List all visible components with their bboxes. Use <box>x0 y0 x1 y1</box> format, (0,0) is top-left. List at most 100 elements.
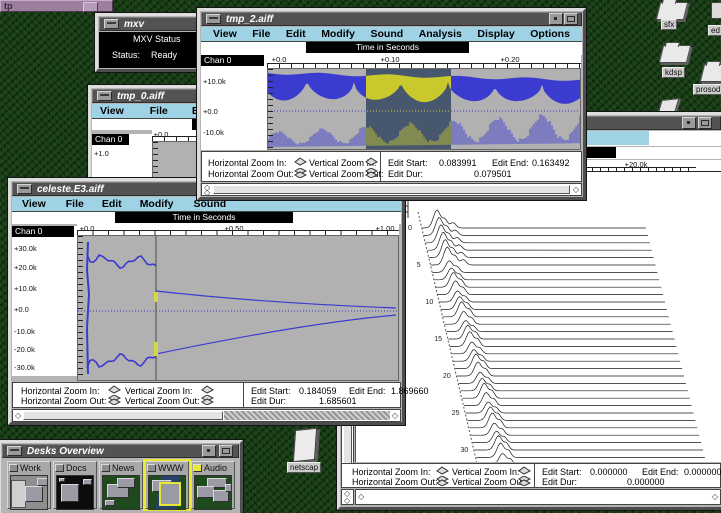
folder-icon[interactable] <box>656 2 688 20</box>
menu-view[interactable]: View <box>22 198 46 210</box>
tmp2-waveform <box>268 69 580 149</box>
folder-icon[interactable] <box>659 45 691 63</box>
netscape-icon[interactable] <box>293 428 317 463</box>
menu-display[interactable]: Display <box>477 28 514 40</box>
icon-label-prosod[interactable]: prosod <box>693 84 721 95</box>
icon-label-kdsp[interactable]: kdsp <box>662 67 685 78</box>
zoom-out-icon[interactable] <box>108 395 121 405</box>
menu-view[interactable]: View <box>100 105 124 117</box>
window-desks-overview[interactable]: Desks Overview Work Docs News <box>0 440 243 513</box>
menu-edit[interactable]: Edit <box>286 28 306 40</box>
window-menu-icon[interactable] <box>104 19 119 29</box>
zoom-out-icon[interactable] <box>201 395 214 405</box>
desk-button[interactable] <box>55 464 64 472</box>
menu-modify[interactable]: Modify <box>140 198 174 210</box>
scroll-right-icon[interactable]: ◇ <box>712 493 718 501</box>
zoom-out-icon[interactable] <box>294 168 307 178</box>
desk-cell-www[interactable]: WWW <box>145 461 189 509</box>
desk-thumbnail[interactable] <box>10 475 48 510</box>
zoom-in-icon[interactable] <box>201 385 214 394</box>
menu-file[interactable]: File <box>252 28 270 40</box>
window-fragment[interactable]: tp <box>0 0 113 12</box>
desk-cell-news[interactable]: News <box>99 461 143 509</box>
maximize-button[interactable] <box>698 117 712 129</box>
celeste-waveform-area[interactable] <box>77 235 399 381</box>
menu-options[interactable]: Options <box>530 28 570 40</box>
scroll-right-icon[interactable]: ◇ <box>573 186 579 194</box>
desk-label: News <box>112 463 135 473</box>
zoom-in-icon[interactable] <box>108 385 121 394</box>
menu-analysis[interactable]: Analysis <box>419 28 462 40</box>
desks-title: Desks Overview <box>27 446 104 457</box>
spectrum-edit-row: Horizontal Zoom In: Vertical Zoom In: Ho… <box>341 463 721 488</box>
scrollbar-corner-widget[interactable]: ◇ ◇ <box>341 489 354 505</box>
menu-sound[interactable]: Sound <box>371 28 404 40</box>
scroll-corner-icon[interactable]: ◇ <box>204 189 210 197</box>
menu-modify[interactable]: Modify <box>321 28 355 40</box>
edit-dur-value: 1.685601 <box>319 396 357 406</box>
scroll-left-icon[interactable]: ◇ <box>15 412 21 420</box>
icon-label-ed[interactable]: ed <box>708 25 721 36</box>
window-menu-icon[interactable] <box>7 446 22 456</box>
iconify-button[interactable] <box>549 13 563 25</box>
desk-button[interactable] <box>147 464 156 472</box>
zoom-out-icon[interactable] <box>518 476 531 486</box>
desk-thumbnail[interactable] <box>56 475 94 510</box>
icon-label-netscape[interactable]: netscap <box>287 462 321 473</box>
zoom-out-icon[interactable] <box>436 476 449 486</box>
edge-icon-fragment[interactable] <box>711 2 721 19</box>
scroll-right-icon[interactable]: ◇ <box>392 412 398 420</box>
zoom-out-icon[interactable] <box>365 168 378 178</box>
desk-thumbnail[interactable] <box>102 475 140 510</box>
menu-file[interactable]: File <box>66 198 84 210</box>
window-menu-icon[interactable] <box>17 184 32 194</box>
scrollbar-thumb[interactable] <box>213 185 570 194</box>
svg-text:0: 0 <box>408 225 412 232</box>
zoom-in-icon[interactable] <box>518 466 531 475</box>
iconify-button[interactable] <box>202 445 216 457</box>
horizontal-scrollbar[interactable]: ◇ ◇ ◇ <box>201 183 582 196</box>
horizontal-scrollbar[interactable]: ◇ ◇ <box>355 489 721 505</box>
tmp2-titlebar[interactable]: tmp_2.aiff <box>201 12 582 26</box>
spectrum-plot-area[interactable]: 051015202530 <box>355 172 721 462</box>
hzoom-in-label: Horizontal Zoom In: <box>208 158 287 168</box>
y-axis-label: -10.0k <box>14 327 35 336</box>
icon-label-sfx[interactable]: sfx <box>661 19 677 30</box>
desk-button[interactable] <box>101 464 110 472</box>
folder-icon[interactable] <box>700 64 721 82</box>
svg-text:30: 30 <box>461 447 469 454</box>
zoom-in-icon[interactable] <box>365 157 378 166</box>
zoom-in-icon[interactable] <box>294 157 307 166</box>
desk-cell-work[interactable]: Work <box>7 461 51 509</box>
desk-thumbnail[interactable] <box>148 475 186 510</box>
scrollbar-track[interactable] <box>224 411 390 420</box>
scroll-left-icon[interactable]: ◇ <box>358 493 364 501</box>
desk-button-active[interactable] <box>193 464 202 472</box>
window-celeste-aiff[interactable]: celeste.E3.aiff View File Edit Modify So… <box>8 178 405 425</box>
tmp2-waveform-area[interactable] <box>267 68 581 150</box>
menu-file[interactable]: File <box>150 105 168 117</box>
window-menu-icon[interactable] <box>97 91 112 101</box>
waterfall-plot: 051015202530 <box>356 172 721 462</box>
desk-thumbnail[interactable] <box>194 475 232 510</box>
hzoom-in-label: Horizontal Zoom In: <box>21 386 100 396</box>
maximize-button[interactable] <box>219 445 233 457</box>
window-menu-icon[interactable] <box>206 14 221 24</box>
amplitude-ticks <box>268 69 273 149</box>
desk-cell-audio[interactable]: Audio <box>191 461 235 509</box>
desk-cell-docs[interactable]: Docs <box>53 461 97 509</box>
vzoom-out-label: Vertical Zoom Out: <box>452 477 527 487</box>
zoom-in-icon[interactable] <box>436 466 449 475</box>
menu-edit[interactable]: Edit <box>102 198 122 210</box>
menu-view[interactable]: View <box>213 28 237 40</box>
maximize-button[interactable] <box>564 13 578 25</box>
horizontal-scrollbar[interactable]: ◇ ◇ <box>12 409 401 422</box>
desk-button[interactable] <box>9 464 18 472</box>
vzoom-in-label: Vertical Zoom In: <box>125 386 193 396</box>
fragment-button[interactable] <box>83 2 98 12</box>
window-tmp2-aiff[interactable]: tmp_2.aiff View File Edit Modify Sound A… <box>197 8 586 200</box>
iconify-button[interactable] <box>682 117 696 129</box>
tmp2-title: tmp_2.aiff <box>226 14 273 25</box>
scrollbar-thumb[interactable] <box>23 411 223 420</box>
desks-titlebar[interactable]: Desks Overview <box>2 444 239 458</box>
